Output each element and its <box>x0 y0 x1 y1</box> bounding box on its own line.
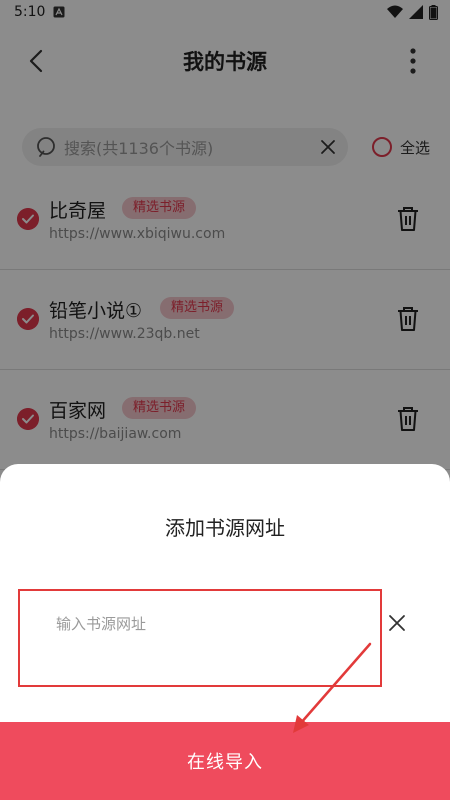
screen: 5:10 我的书源 搜索(共1136个书源) 全选 比奇屋 精选书源 https… <box>0 0 450 800</box>
source-url-input[interactable] <box>54 611 358 637</box>
url-input-box[interactable] <box>18 589 382 687</box>
close-icon[interactable] <box>388 614 406 632</box>
sheet-title: 添加书源网址 <box>165 516 285 540</box>
add-source-sheet: 添加书源网址 在线导入 <box>0 464 450 800</box>
import-online-button[interactable]: 在线导入 <box>0 722 450 800</box>
import-button-label: 在线导入 <box>187 752 263 773</box>
